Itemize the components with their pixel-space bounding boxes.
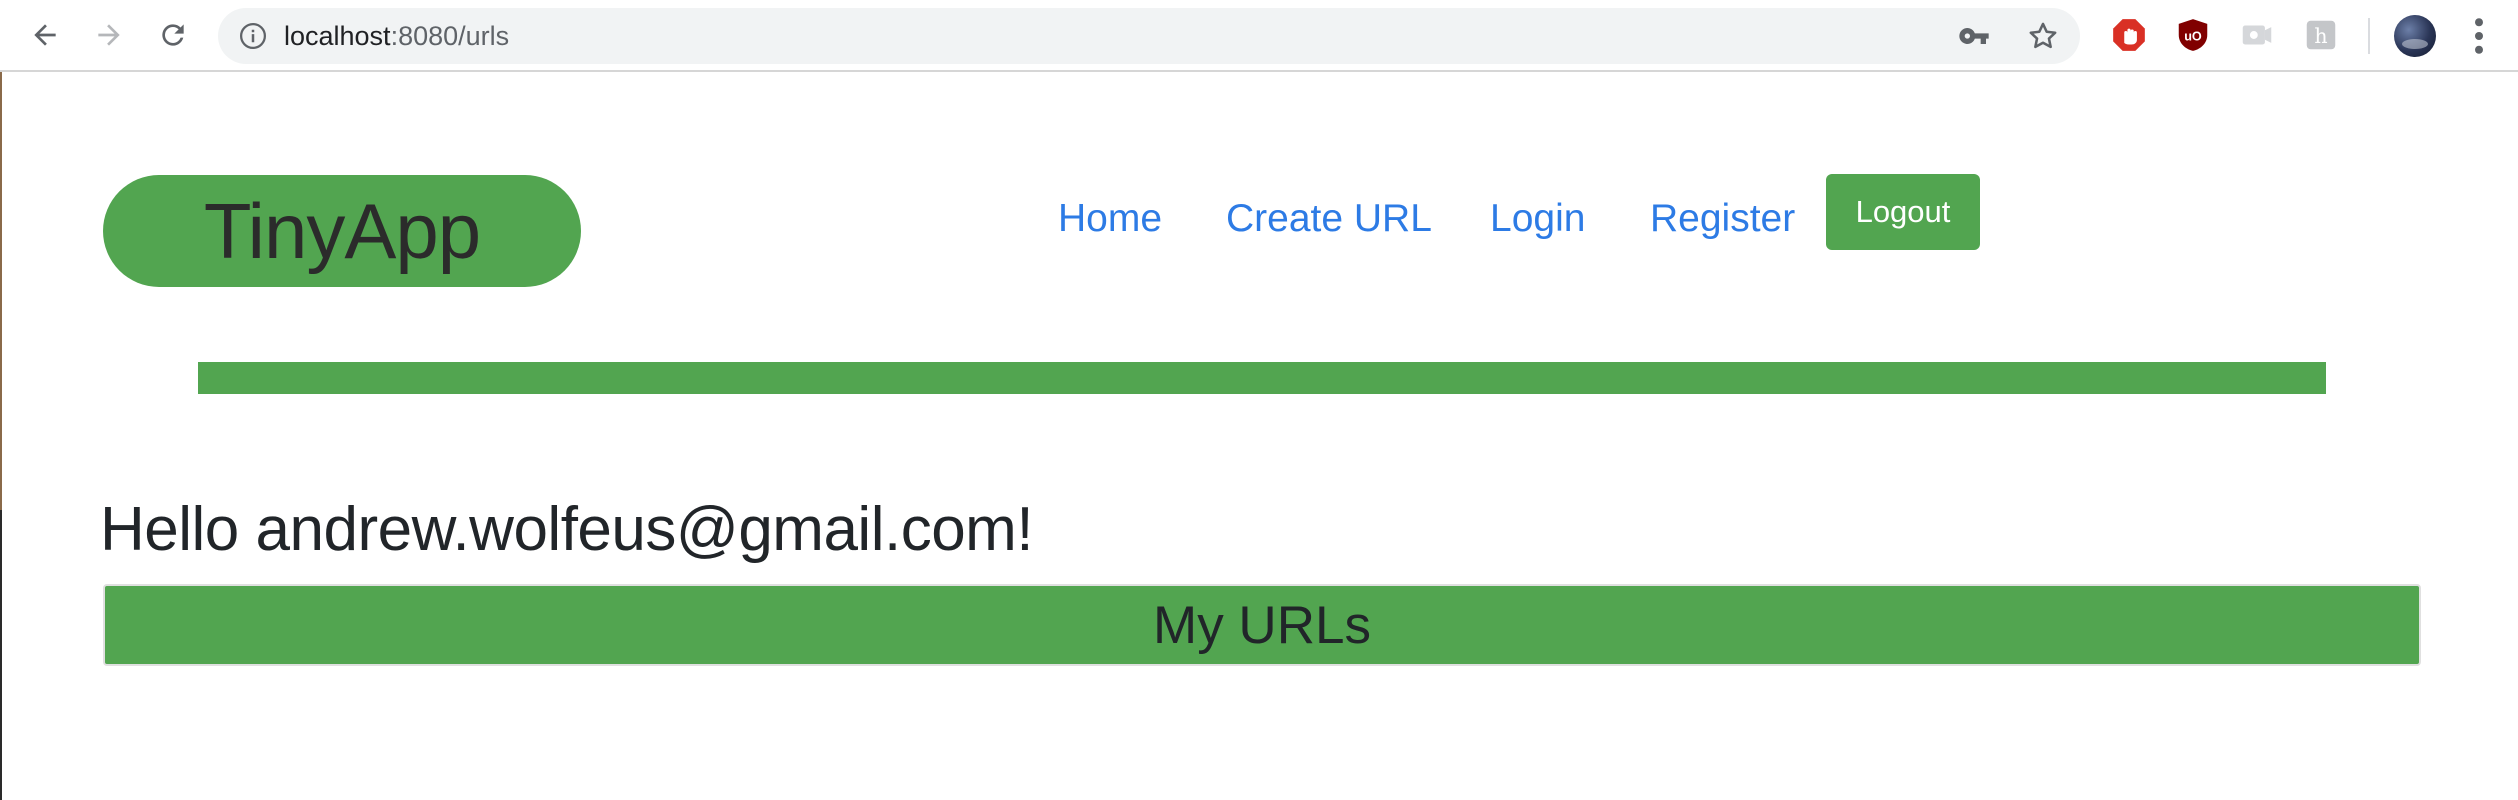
greeting-heading: Hello andrew.wolfeus@gmail.com! (100, 495, 1034, 564)
url-path: :8080/urls (390, 21, 510, 51)
toolbar-separator (2368, 18, 2370, 54)
ublock-extension-icon[interactable]: uO (2174, 16, 2212, 54)
window-edge (0, 0, 2, 510)
header-divider (198, 362, 2326, 394)
brand-logo[interactable]: TinyApp (103, 175, 581, 287)
my-urls-heading: My URLs (103, 584, 2421, 666)
back-icon[interactable] (22, 12, 68, 58)
nav-link-register[interactable]: Register (1650, 188, 1795, 250)
window-edge-dark (0, 510, 2, 800)
profile-avatar[interactable] (2394, 15, 2436, 57)
key-icon[interactable] (1958, 20, 1990, 52)
more-menu-icon[interactable] (2464, 16, 2494, 56)
browser-toolbar: localhost:8080/urls uO h (0, 0, 2518, 72)
logout-button[interactable]: Logout (1826, 174, 1980, 250)
bookmark-star-icon[interactable] (2026, 19, 2060, 53)
reload-icon[interactable] (150, 12, 196, 58)
adblock-extension-icon[interactable] (2110, 16, 2148, 54)
url-text[interactable]: localhost:8080/urls (284, 8, 509, 64)
screen-extension-icon[interactable] (2238, 16, 2276, 54)
nav-link-create-url[interactable]: Create URL (1226, 188, 1432, 250)
h-extension-icon[interactable]: h (2302, 16, 2340, 54)
svg-text:h: h (2314, 24, 2327, 48)
nav-link-login[interactable]: Login (1490, 188, 1585, 250)
nav-link-home[interactable]: Home (1058, 188, 1162, 250)
site-info-icon[interactable] (238, 21, 268, 51)
url-host: localhost (284, 21, 391, 51)
forward-icon[interactable] (86, 12, 132, 58)
svg-text:uO: uO (2184, 30, 2202, 44)
address-bar[interactable]: localhost:8080/urls (218, 8, 2080, 64)
